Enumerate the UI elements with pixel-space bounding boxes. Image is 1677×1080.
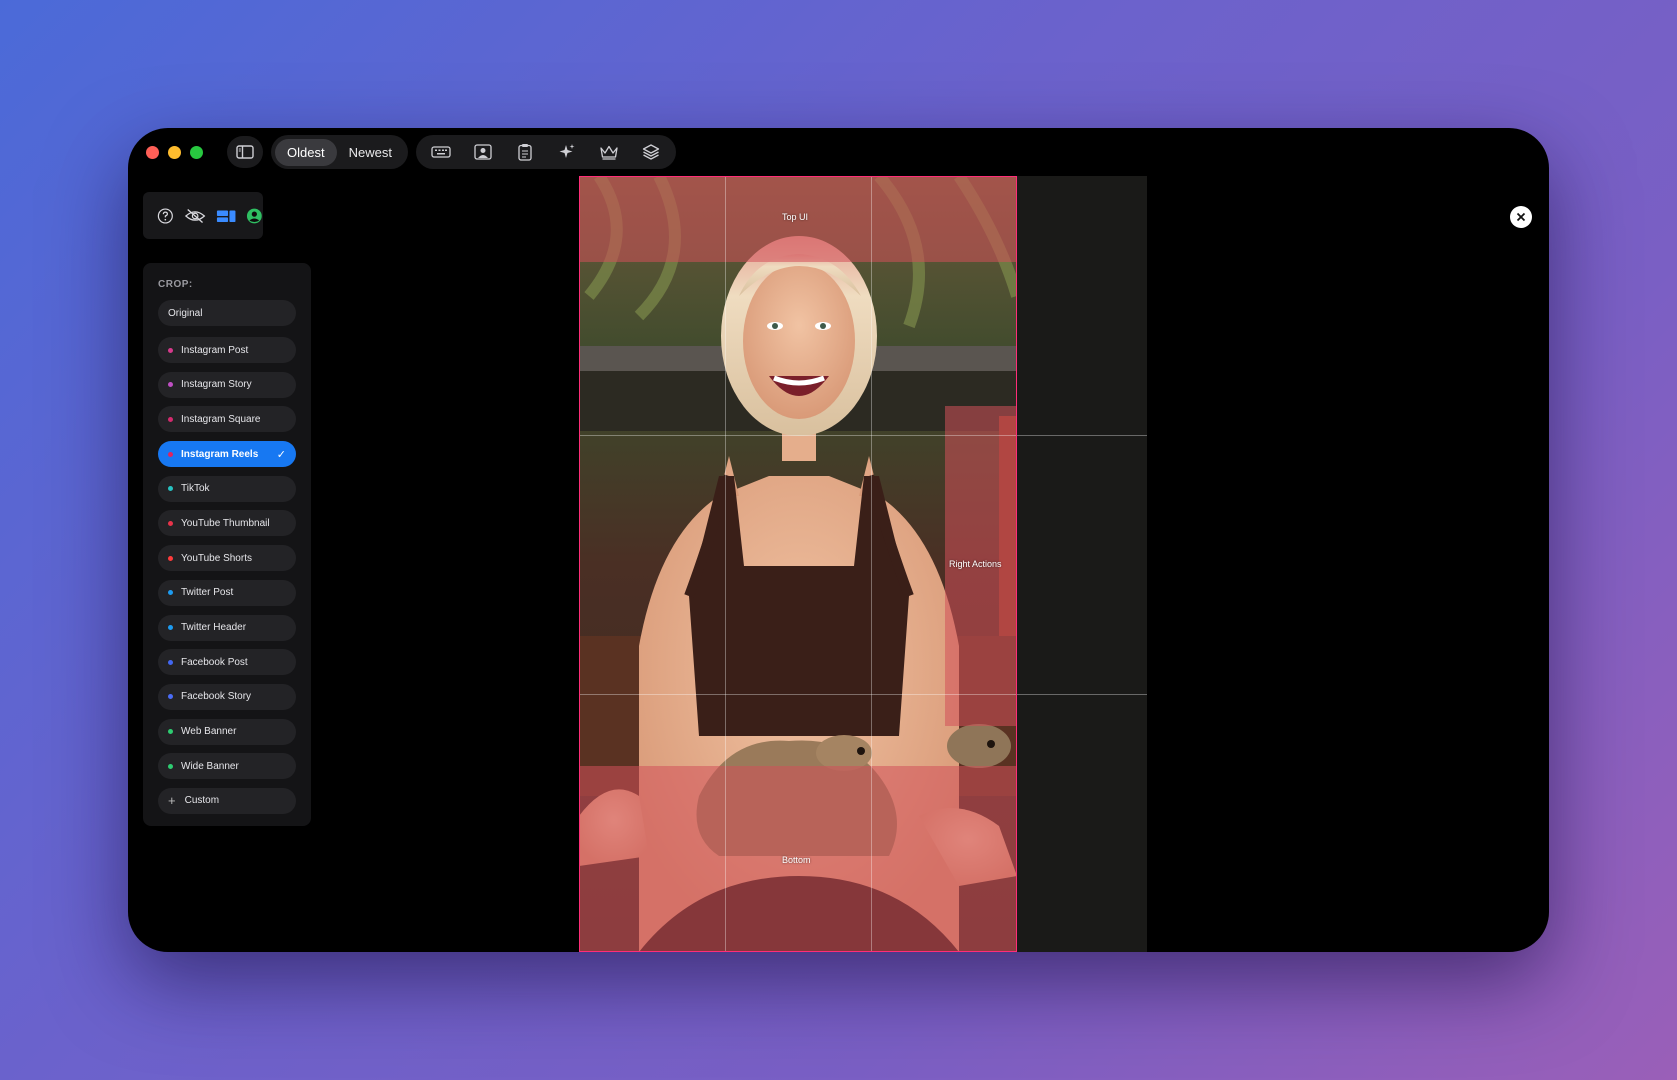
color-dot-icon [168,590,173,596]
crop-item-label: Instagram Reels [181,448,259,460]
crop-item-instagram-story[interactable]: Instagram Story [158,371,296,398]
crop-item-facebook-story[interactable]: Facebook Story [158,683,296,710]
close-window-button[interactable] [146,145,159,159]
crown-icon [600,145,618,160]
color-dot-icon [168,382,173,388]
crop-original[interactable]: Original [158,300,296,326]
crop-panel: CROP: Original Instagram Post Instagram S… [143,263,311,826]
crop-item-facebook-post[interactable]: Facebook Post [158,649,296,676]
color-dot-icon [168,625,173,630]
color-dot-icon [168,555,173,561]
color-dot-icon [168,347,173,353]
crop-item-label: TikTok [181,483,210,495]
portrait-icon [474,144,492,160]
sidebar-toggle-button[interactable] [227,136,263,168]
crop-item-tiktok[interactable]: TikTok [158,475,296,502]
crop-title: CROP: [158,279,193,290]
sparkle-button[interactable] [550,138,584,166]
close-icon [1516,212,1526,222]
color-dot-icon [168,729,173,735]
crop-item-label: Custom [184,795,220,807]
crop-item-wide-banner[interactable]: Wide Banner [158,753,296,780]
eye-slash-icon[interactable] [184,207,206,225]
sort-oldest-button[interactable]: Oldest [275,138,337,166]
plus-icon: + [168,793,176,809]
keyboard-icon [431,146,451,158]
crop-item-instagram-reels[interactable]: Instagram Reels ✓ [158,441,296,468]
sidebar-icon [236,145,254,159]
crop-item-label: Web Banner [181,726,237,738]
crop-item-youtube-shorts[interactable]: YouTube Shorts [158,545,296,572]
premium-button[interactable] [592,138,626,166]
color-dot-icon [168,416,173,422]
crop-item-label: Instagram Post [181,344,249,356]
crop-item-label: Twitter Header [181,622,247,633]
crop-item-web-banner[interactable]: Web Banner [158,718,296,745]
crop-item-label: Twitter Post [181,587,234,599]
layers-button[interactable] [634,138,668,166]
layers-icon [642,144,660,160]
crop-item-label: Facebook Story [181,691,252,703]
crop-item-instagram-post[interactable]: Instagram Post [158,337,296,363]
crop-item-twitter-header[interactable]: Twitter Header [158,614,296,641]
crop-item-instagram-square[interactable]: Instagram Square [158,406,296,433]
crop-item-label: Wide Banner [181,760,239,772]
minimize-window-button[interactable] [168,145,181,159]
color-dot-icon [168,763,173,769]
zoom-window-button[interactable] [190,145,203,159]
clipboard-icon [518,144,532,161]
close-preview-button[interactable] [1510,206,1532,228]
sparkle-icon [559,144,575,158]
layout-grid-icon[interactable] [216,208,236,224]
keyboard-button[interactable] [424,138,458,166]
app-window: Oldest Newest CROP: Original Instagram P… [128,128,1549,952]
crop-custom[interactable]: + Custom [158,787,296,814]
crop-item-label: YouTube Shorts [181,552,252,564]
crop-frame[interactable] [579,176,1017,952]
color-dot-icon [168,451,173,457]
sort-segmented-control: Oldest Newest [271,135,408,169]
sort-newest-button[interactable]: Newest [337,139,404,166]
color-dot-icon [168,659,173,665]
crop-item-label: Original [168,307,203,319]
color-dot-icon [168,694,173,700]
color-dot-icon [168,520,173,526]
crop-item-label: Facebook Post [181,656,248,668]
tool-group [415,135,676,169]
clipboard-button[interactable] [508,138,542,166]
user-avatar-icon[interactable] [246,207,263,225]
checkmark-icon: ✓ [276,448,286,461]
titlebar: Oldest Newest [128,128,1549,176]
crop-item-label: YouTube Thumbnail [181,517,270,529]
color-dot-icon [168,486,173,492]
crop-item-youtube-thumbnail[interactable]: YouTube Thumbnail [158,510,296,537]
crop-item-label: Instagram Square [181,413,261,425]
crop-list: Instagram Post Instagram Story Instagram S… [158,337,296,780]
crop-item-twitter-post[interactable]: Twitter Post [158,579,296,606]
help-icon[interactable] [157,207,174,225]
portrait-button[interactable] [466,138,500,166]
window-controls [146,145,203,159]
crop-item-label: Instagram Story [181,379,252,391]
view-options-bar [143,192,263,239]
